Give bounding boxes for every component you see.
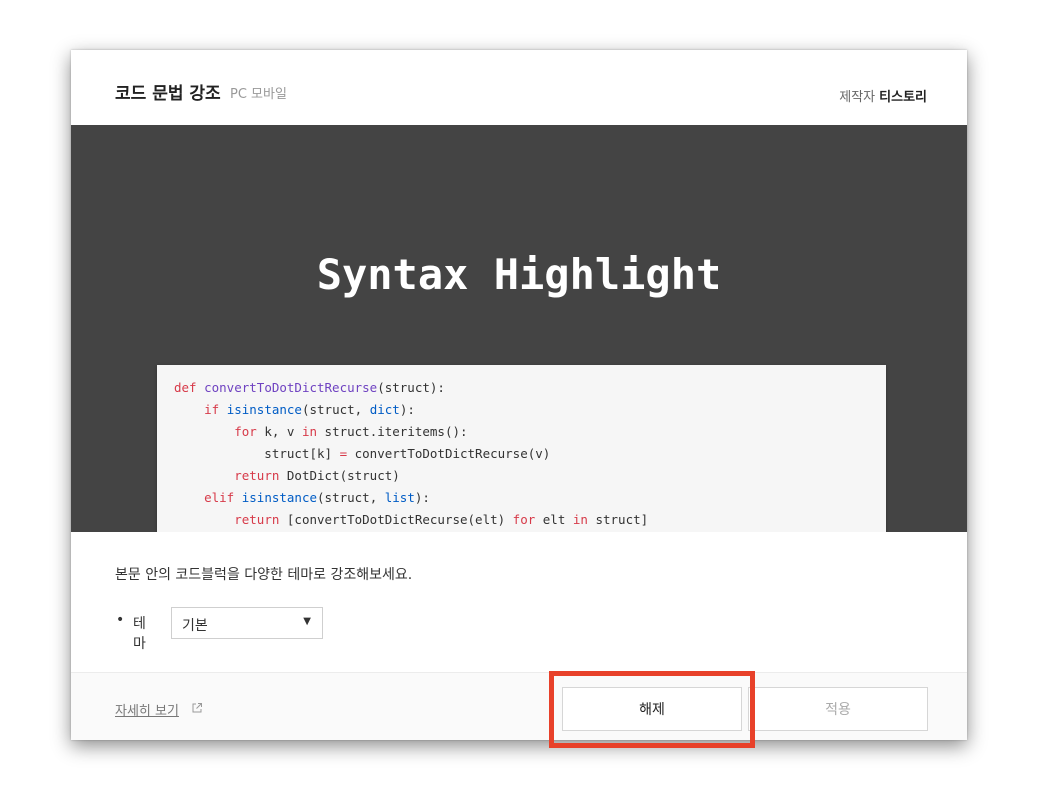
code-sample: def convertToDotDictRecurse(struct): if …: [157, 365, 886, 532]
code-line: elif isinstance(struct, list):: [204, 490, 430, 505]
apply-button[interactable]: 적용: [748, 687, 928, 731]
code-line: def convertToDotDictRecurse(struct):: [174, 380, 445, 395]
caret-down-icon: ▼: [303, 616, 311, 627]
theme-select-value: 기본: [182, 618, 208, 634]
code-line: if isinstance(struct, dict):: [204, 402, 415, 417]
highlight-annotation: [549, 671, 755, 748]
plugin-maker: 제작자 티스토리: [839, 86, 927, 105]
external-link-icon: [192, 703, 202, 713]
theme-label: 테마: [133, 616, 146, 652]
modal-header: 코드 문법 강조 PC 모바일 제작자 티스토리: [71, 50, 967, 125]
code-line: return [convertToDotDictRecurse(elt) for…: [234, 512, 649, 527]
plugin-description: 본문 안의 코드블럭을 다양한 테마로 강조해보세요.: [115, 567, 413, 583]
maker-name: 티스토리: [879, 90, 927, 105]
code-line: return DotDict(struct): [234, 468, 400, 483]
plugin-platforms: PC 모바일: [230, 87, 287, 102]
detail-link[interactable]: 자세히 보기: [115, 700, 179, 719]
hero-banner: Syntax Highlight def convertToDotDictRec…: [71, 125, 967, 532]
plugin-title: 코드 문법 강조: [115, 84, 221, 104]
maker-label: 제작자: [839, 90, 876, 105]
plugin-modal: 코드 문법 강조 PC 모바일 제작자 티스토리 Syntax Highlight…: [71, 50, 967, 740]
modal-footer: 자세히 보기 해제 적용: [71, 672, 967, 740]
code-line: struct[k] = convertToDotDictRecurse(v): [174, 446, 551, 461]
theme-select[interactable]: 기본 ▼: [171, 607, 323, 639]
hero-title: Syntax Highlight: [316, 250, 722, 299]
code-lines: def convertToDotDictRecurse(struct): if …: [174, 377, 648, 531]
code-line: for k, v in struct.iteritems():: [234, 424, 468, 439]
theme-bullet: •: [116, 612, 125, 628]
